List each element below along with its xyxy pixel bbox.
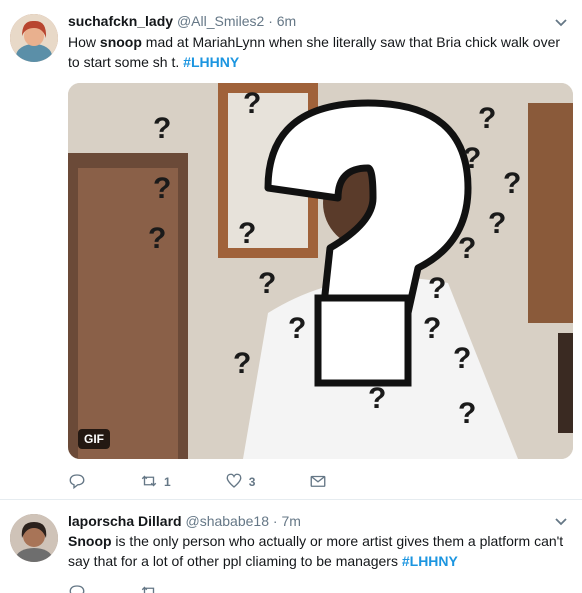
chevron-down-icon[interactable] [554,515,568,529]
hashtag-link[interactable]: #LHHNY [402,553,458,569]
like-icon [225,472,243,493]
screen-name[interactable]: @shababe18 [185,513,269,529]
tweet-header: laporscha Dillard @shababe18 · 7m [68,512,301,530]
svg-text:?: ? [153,112,171,145]
svg-text:?: ? [463,142,481,175]
gif-frame-illustration: ? ? ? ? ? ? ? ? ? ? ? ? ? ? ? ? ? ? [68,83,573,459]
retweet-icon [140,583,158,593]
svg-text:?: ? [243,87,261,120]
chevron-down-icon[interactable] [554,16,568,30]
svg-text:?: ? [368,382,386,415]
separator: · [268,13,273,29]
svg-text:?: ? [488,207,506,240]
fullname[interactable]: suchafckn_lady [68,13,173,29]
tweet-text-bold: snoop [99,34,142,50]
separator: · [272,513,278,529]
svg-text:?: ? [238,217,256,250]
message-button[interactable] [309,472,327,493]
like-count: 3 [248,475,256,489]
avatar[interactable] [10,514,58,562]
retweet-icon [140,472,158,493]
reply-icon [68,583,86,593]
retweet-count: 1 [164,475,171,489]
svg-text:?: ? [453,342,471,375]
fullname[interactable]: laporscha Dillard [68,513,182,529]
tweet-text: Snoop is the only person who actually or… [68,531,574,571]
svg-text:?: ? [478,102,496,135]
tweet-actions [68,583,212,593]
svg-text:?: ? [423,312,441,345]
svg-text:?: ? [458,397,476,430]
tweet-text-part: mad at MariahLynn when she literally saw… [68,34,561,70]
avatar[interactable] [10,14,58,62]
svg-text:?: ? [503,167,521,200]
retweet-button[interactable]: 1 [140,472,171,493]
tweet-text-part: How [68,34,100,50]
svg-text:?: ? [148,222,166,255]
timestamp[interactable]: 7m [281,513,300,529]
tweet-header: suchafckn_lady @All_Smiles2 · 6m [68,12,296,30]
screen-name[interactable]: @All_Smiles2 [177,13,264,29]
reply-button[interactable] [68,472,86,493]
tweet-text-bold: Snoop [68,533,112,549]
hashtag-link[interactable]: #LHHNY [183,54,239,70]
svg-text:?: ? [458,232,476,265]
gif-badge: GIF [78,429,110,449]
tweet-actions: 1 3 [68,472,381,492]
like-button[interactable]: 3 [225,472,256,493]
svg-text:?: ? [153,172,171,205]
tweet-text-part: is the only person who actually or more … [68,533,564,569]
timestamp[interactable]: 6m [277,13,296,29]
reply-icon [68,472,86,493]
svg-text:?: ? [428,272,446,305]
gif-media[interactable]: ? ? ? ? ? ? ? ? ? ? ? ? ? ? ? ? ? ? GIF [68,83,573,459]
message-icon [309,472,327,493]
tweet-text: How snoop mad at MariahLynn when she lit… [68,32,574,72]
retweet-button[interactable] [140,583,158,593]
svg-text:?: ? [288,312,306,345]
svg-text:?: ? [258,267,276,300]
reply-button[interactable] [68,583,86,593]
svg-text:?: ? [233,347,251,380]
